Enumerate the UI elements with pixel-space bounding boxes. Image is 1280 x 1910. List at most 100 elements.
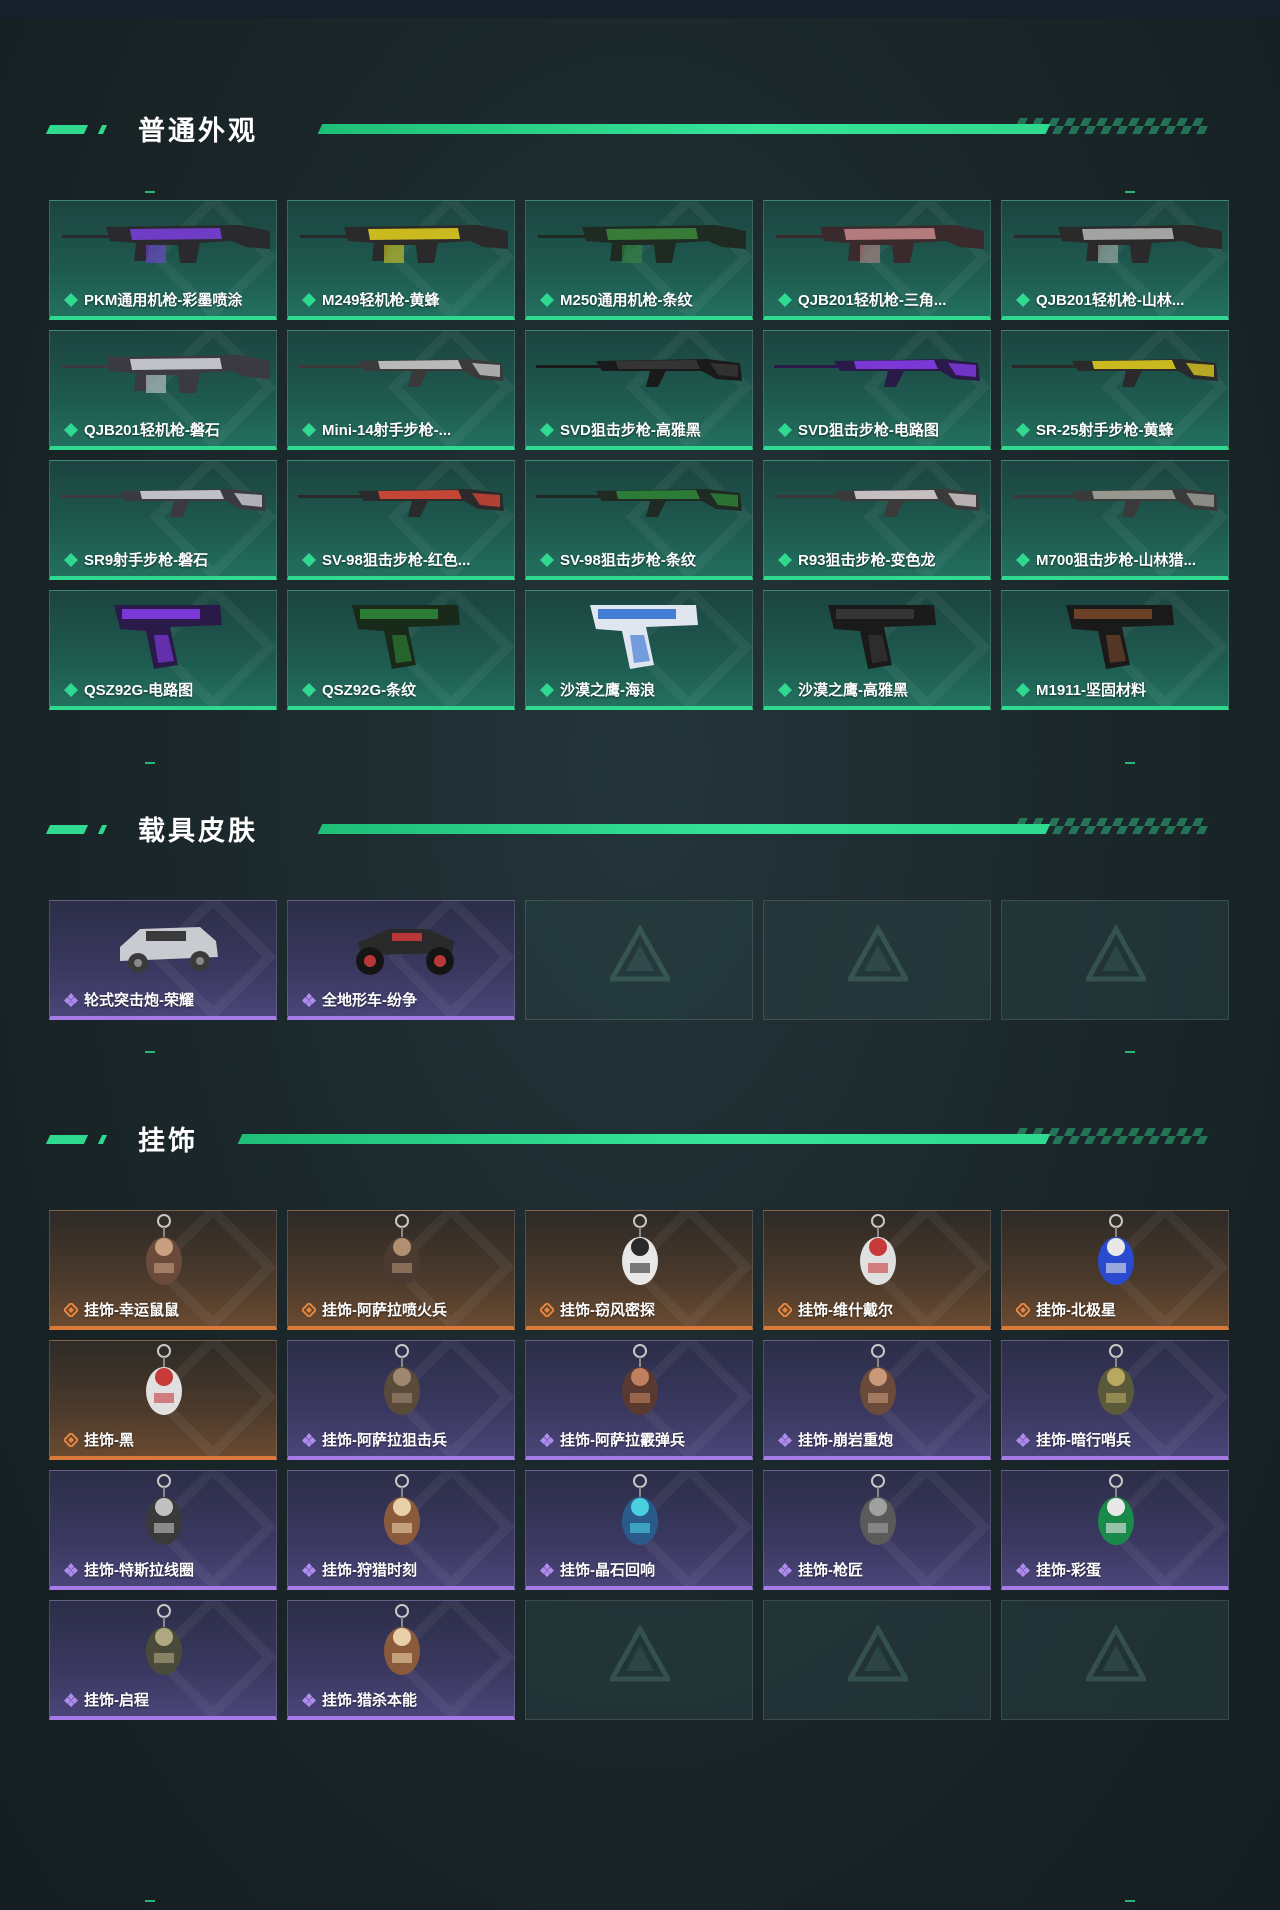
item-name: 挂饰-暗行哨兵	[1036, 1432, 1131, 1449]
item-name: 挂饰-晶石回响	[560, 1562, 655, 1579]
weapon-skin-card[interactable]: SR9射手步枪-磐石	[49, 460, 277, 580]
charm-image	[622, 1344, 658, 1415]
weapon-skin-card[interactable]: M250通用机枪-条纹	[525, 200, 753, 320]
rarity-diamond-icon	[64, 683, 78, 697]
corner-tick	[145, 1051, 155, 1053]
header-checker-pattern	[1004, 118, 1212, 134]
corner-tick	[145, 191, 155, 193]
rarity-diamond-icon	[540, 423, 554, 437]
weapon-skin-card[interactable]: M249轻机枪-黄蜂	[287, 200, 515, 320]
weapon-skin-card[interactable]: Mini-14射手步枪-...	[287, 330, 515, 450]
pistol-image	[352, 605, 460, 669]
header-accent-bar	[97, 825, 108, 834]
charm-card[interactable]: 挂饰-猎杀本能	[287, 1600, 515, 1720]
weapon-skin-card[interactable]: SVD狙击步枪-高雅黑	[525, 330, 753, 450]
charm-card[interactable]: 挂饰-阿萨拉霰弹兵	[525, 1340, 753, 1460]
empty-slot	[525, 1600, 753, 1720]
weapon-skin-card[interactable]: SV-98狙击步枪-条纹	[525, 460, 753, 580]
weapon-skin-card[interactable]: M1911-坚固材料	[1001, 590, 1229, 710]
weapon-skin-card[interactable]: QSZ92G-条纹	[287, 590, 515, 710]
rarity-diamond-icon	[302, 423, 316, 437]
empty-slot	[1001, 900, 1229, 1020]
charm-card[interactable]: 挂饰-特斯拉线圈	[49, 1470, 277, 1590]
weapon-skin-card[interactable]: QSZ92G-电路图	[49, 590, 277, 710]
header-accent-bar	[45, 1135, 89, 1144]
weapon-skin-card[interactable]: QJB201轻机枪-山林...	[1001, 200, 1229, 320]
vehicle-skin-card[interactable]: 全地形车-纷争	[287, 900, 515, 1020]
weapon-skin-card[interactable]: SVD狙击步枪-电路图	[763, 330, 991, 450]
rifle-image	[536, 359, 742, 387]
weapon-skin-card[interactable]: M700狙击步枪-山林猎...	[1001, 460, 1229, 580]
item-name: SVD狙击步枪-电路图	[798, 422, 939, 439]
rarity-diamond-icon	[778, 293, 792, 307]
machine-gun-image	[62, 355, 270, 393]
rarity-diamond-icon	[540, 1433, 554, 1447]
item-name: 挂饰-彩蛋	[1036, 1562, 1101, 1579]
charm-card[interactable]: 挂饰-彩蛋	[1001, 1470, 1229, 1590]
item-name: R93狙击步枪-变色龙	[798, 552, 936, 569]
charm-card[interactable]: 挂饰-枪匠	[763, 1470, 991, 1590]
charm-image	[1098, 1214, 1134, 1285]
pistol-image	[114, 605, 222, 669]
vehicle-image	[120, 927, 218, 973]
empty-slot	[1001, 1600, 1229, 1720]
weapon-skin-card[interactable]: QJB201轻机枪-磐石	[49, 330, 277, 450]
charm-card[interactable]: 挂饰-北极星	[1001, 1210, 1229, 1330]
item-name: Mini-14射手步枪-...	[322, 422, 452, 439]
rarity-diamond-icon	[1016, 1433, 1030, 1447]
weapon-skin-card[interactable]: 沙漠之鹰-高雅黑	[763, 590, 991, 710]
rarity-diamond-icon	[302, 683, 316, 697]
charm-card[interactable]: 挂饰-黑	[49, 1340, 277, 1460]
rarity-diamond-icon	[1016, 423, 1030, 437]
charm-card[interactable]: 挂饰-维什戴尔	[763, 1210, 991, 1330]
header-line	[317, 124, 1051, 134]
vehicle-skin-card[interactable]: 轮式突击炮-荣耀	[49, 900, 277, 1020]
rifle-image	[536, 489, 742, 517]
rarity-diamond-icon	[64, 1563, 78, 1577]
empty-slot	[525, 900, 753, 1020]
rarity-diamond-icon	[540, 1303, 554, 1317]
charm-card[interactable]: 挂饰-狩猎时刻	[287, 1470, 515, 1590]
header-line	[237, 1134, 1051, 1144]
weapon-skin-card[interactable]: SR-25射手步枪-黄蜂	[1001, 330, 1229, 450]
rarity-diamond-icon	[540, 293, 554, 307]
rarity-diamond-icon	[778, 423, 792, 437]
charm-card[interactable]: 挂饰-晶石回响	[525, 1470, 753, 1590]
charm-card[interactable]: 挂饰-暗行哨兵	[1001, 1340, 1229, 1460]
weapon-skin-card[interactable]: R93狙击步枪-变色龙	[763, 460, 991, 580]
charm-card[interactable]: 挂饰-阿萨拉狙击兵	[287, 1340, 515, 1460]
weapon-skin-card[interactable]: 沙漠之鹰-海浪	[525, 590, 753, 710]
charm-image	[146, 1344, 182, 1415]
item-name: 挂饰-北极星	[1036, 1302, 1116, 1319]
charm-card[interactable]: 挂饰-幸运鼠鼠	[49, 1210, 277, 1330]
item-name: SV-98狙击步枪-红色...	[322, 552, 471, 569]
machine-gun-image	[62, 225, 270, 263]
corner-tick	[1125, 1900, 1135, 1902]
vehicle-skin-grid: 轮式突击炮-荣耀 全地形车-纷争	[49, 900, 1229, 1020]
item-name: 挂饰-启程	[84, 1692, 149, 1709]
charm-card[interactable]: 挂饰-阿萨拉喷火兵	[287, 1210, 515, 1330]
section-header-weapons: 普通外观	[45, 108, 1212, 148]
rarity-diamond-icon	[1016, 553, 1030, 567]
charm-image	[622, 1474, 658, 1545]
machine-gun-image	[1014, 225, 1222, 263]
charm-card[interactable]: 挂饰-窃风密探	[525, 1210, 753, 1330]
item-name: QSZ92G-条纹	[322, 682, 417, 699]
item-name: 挂饰-阿萨拉喷火兵	[322, 1302, 447, 1319]
item-name: 轮式突击炮-荣耀	[84, 992, 194, 1009]
item-name: PKM通用机枪-彩墨喷涂	[84, 292, 243, 309]
weapon-skin-card[interactable]: QJB201轻机枪-三角...	[763, 200, 991, 320]
rarity-diamond-icon	[778, 1303, 792, 1317]
item-name: 挂饰-阿萨拉狙击兵	[322, 1432, 447, 1449]
weapon-skin-card[interactable]: PKM通用机枪-彩墨喷涂	[49, 200, 277, 320]
item-name: 挂饰-狩猎时刻	[322, 1562, 417, 1579]
item-name: 挂饰-崩岩重炮	[798, 1432, 893, 1449]
charm-card[interactable]: 挂饰-崩岩重炮	[763, 1340, 991, 1460]
rarity-diamond-icon	[1016, 293, 1030, 307]
corner-tick	[145, 1900, 155, 1902]
rifle-image	[774, 359, 980, 387]
charm-card[interactable]: 挂饰-启程	[49, 1600, 277, 1720]
rifle-image	[298, 359, 504, 387]
rarity-diamond-icon	[778, 1563, 792, 1577]
weapon-skin-card[interactable]: SV-98狙击步枪-红色...	[287, 460, 515, 580]
